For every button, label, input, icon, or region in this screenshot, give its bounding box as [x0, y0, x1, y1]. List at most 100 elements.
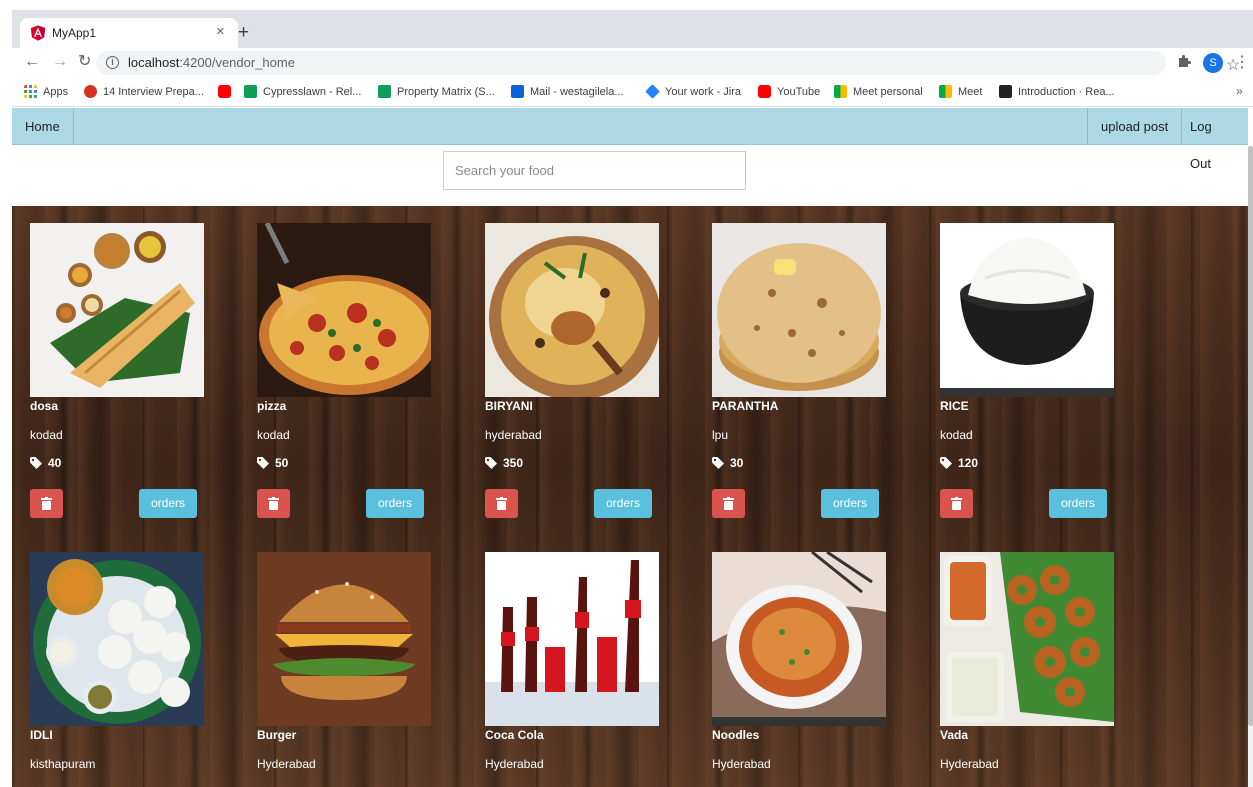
bookmark-cypresslawn[interactable]: Cypresslawn - Rel...	[244, 85, 361, 98]
food-city: kisthapuram	[30, 757, 96, 771]
food-name: PARANTHA	[712, 399, 779, 413]
trash-icon	[723, 497, 734, 510]
page-scrollbar[interactable]	[1248, 146, 1253, 787]
bookmark-youtube[interactable]: YouTube	[758, 85, 820, 98]
food-name: pizza	[257, 399, 287, 413]
bookmark-property-matrix[interactable]: Property Matrix (S...	[378, 85, 495, 98]
food-name: Vada	[940, 728, 969, 742]
food-card-vada: Vada Hyderabad	[940, 552, 1114, 771]
home-link[interactable]: Home	[12, 108, 74, 145]
search-food-input[interactable]	[443, 151, 746, 190]
bookmark-apps[interactable]: Apps	[24, 85, 68, 98]
trash-icon	[41, 497, 52, 510]
orders-button[interactable]: orders	[821, 489, 879, 518]
food-grid: dosa kodad 40 orders pizza kodad 50 orde…	[12, 206, 1248, 787]
tag-icon	[940, 457, 952, 469]
parantha-image	[712, 223, 886, 397]
reload-icon[interactable]: ↻	[78, 53, 91, 71]
bookmark-meet-personal[interactable]: Meet personal	[834, 85, 923, 98]
food-city: kodad	[257, 428, 290, 442]
delete-button[interactable]	[940, 489, 973, 518]
food-city: Hyderabad	[257, 757, 316, 771]
delete-button[interactable]	[30, 489, 63, 518]
close-tab-icon[interactable]: ×	[216, 23, 225, 40]
scrollbar-thumb[interactable]	[1248, 146, 1253, 726]
new-tab-icon[interactable]: +	[238, 23, 249, 42]
food-name: IDLI	[30, 728, 53, 742]
meet-icon	[834, 85, 847, 98]
food-card-parantha: PARANTHA lpu 30 orders	[712, 223, 886, 518]
food-city: kodad	[940, 428, 973, 442]
food-card-pizza: pizza kodad 50 orders	[257, 223, 431, 518]
forward-arrow-icon[interactable]: →	[52, 53, 68, 71]
food-name: BIRYANI	[485, 399, 533, 413]
food-price: 50	[257, 456, 288, 470]
tag-icon	[257, 457, 269, 469]
food-card-noodles: Noodles Hyderabad	[712, 552, 886, 771]
food-name: Coca Cola	[485, 728, 544, 742]
noodles-image	[712, 552, 886, 726]
vada-image	[940, 552, 1114, 726]
trash-icon	[951, 497, 962, 510]
delete-button[interactable]	[485, 489, 518, 518]
info-icon[interactable]: i	[106, 56, 119, 69]
food-name: Burger	[257, 728, 297, 742]
orders-button[interactable]: orders	[139, 489, 197, 518]
address-bar[interactable]: i localhost:4200/vendor_home ☆	[96, 51, 1240, 75]
idli-image	[30, 552, 204, 726]
food-city: Hyderabad	[712, 757, 771, 771]
food-card-dosa: dosa kodad 40 orders	[30, 223, 204, 518]
logout-link[interactable]: Log Out	[1177, 108, 1248, 171]
biryani-image	[485, 223, 659, 397]
gmail-icon	[84, 85, 97, 98]
bookmark-jira[interactable]: Your work - Jira	[645, 84, 741, 99]
react-icon	[999, 85, 1012, 98]
sheets-icon	[378, 85, 391, 98]
app-navbar: Home upload post Log Out	[12, 108, 1248, 171]
orders-button[interactable]: orders	[1049, 489, 1107, 518]
bookmarks-bar: Apps 14 Interview Prepa... Cypresslawn -…	[12, 78, 1253, 107]
rice-image	[940, 223, 1114, 397]
extensions-puzzle-icon[interactable]	[1177, 54, 1191, 68]
youtube-icon	[218, 85, 231, 98]
more-bookmarks-icon[interactable]: »	[1236, 84, 1243, 98]
bookmark-meet[interactable]: Meet	[939, 85, 982, 98]
food-city: Hyderabad	[940, 757, 999, 771]
food-price: 350	[485, 456, 523, 470]
kebab-menu-icon[interactable]: ⋮	[1234, 52, 1250, 72]
tag-icon	[485, 457, 497, 469]
tab-title: MyApp1	[52, 26, 97, 40]
bookmark-mail[interactable]: Mail - westagilela...	[511, 85, 624, 98]
food-card-rice: RICE kodad 120 orders	[940, 223, 1114, 518]
bookmark-interview-prep[interactable]: 14 Interview Prepa...	[84, 85, 204, 98]
meet-icon	[939, 85, 952, 98]
profile-avatar[interactable]: S	[1203, 53, 1223, 73]
coca-cola-image	[485, 552, 659, 726]
food-price: 30	[712, 456, 743, 470]
orders-button[interactable]: orders	[366, 489, 424, 518]
orders-button[interactable]: orders	[594, 489, 652, 518]
mail-icon	[511, 85, 524, 98]
back-arrow-icon[interactable]: ←	[24, 53, 40, 71]
food-card-burger: Burger Hyderabad	[257, 552, 431, 771]
food-city: kodad	[30, 428, 63, 442]
tab-strip: MyApp1 × +	[12, 10, 1253, 48]
food-city: hyderabad	[485, 428, 542, 442]
sheets-icon	[244, 85, 257, 98]
pizza-image	[257, 223, 431, 397]
bookmark-youtube-red[interactable]	[218, 85, 237, 98]
bookmark-introduction[interactable]: Introduction · Rea...	[999, 85, 1115, 98]
youtube-icon	[758, 85, 771, 98]
food-name: Noodles	[712, 728, 760, 742]
delete-button[interactable]	[712, 489, 745, 518]
tag-icon	[30, 457, 42, 469]
apps-grid-icon	[24, 85, 37, 98]
browser-window: MyApp1 × + ← → ↻ i localhost:4200/vendor…	[12, 10, 1253, 107]
delete-button[interactable]	[257, 489, 290, 518]
trash-icon	[496, 497, 507, 510]
dosa-image	[30, 223, 204, 397]
upload-post-link[interactable]: upload post	[1087, 108, 1183, 145]
food-card-idli: IDLI kisthapuram	[30, 552, 204, 771]
food-city: lpu	[712, 428, 729, 442]
browser-tab[interactable]: MyApp1 ×	[20, 18, 238, 48]
